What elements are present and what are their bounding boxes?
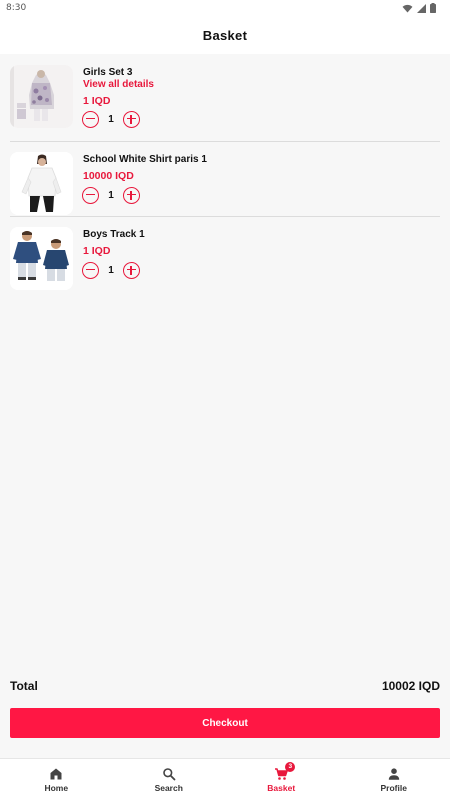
- item-price: 1 IQD: [83, 95, 111, 107]
- app-bar: Basket: [0, 16, 450, 54]
- product-image[interactable]: [10, 152, 73, 215]
- quantity-value: 1: [108, 113, 114, 125]
- basket-item: Boys Track 1 1 IQD 1: [0, 217, 450, 292]
- item-name: School White Shirt paris 1: [83, 154, 207, 165]
- product-photo-white-shirt: [10, 152, 73, 215]
- quantity-stepper: 1: [82, 186, 140, 204]
- nav-item-profile[interactable]: Profile: [338, 759, 450, 800]
- nav-item-home[interactable]: Home: [0, 759, 113, 800]
- search-icon: [162, 768, 176, 781]
- nav-item-search[interactable]: Search: [113, 759, 226, 800]
- total-value: 10002 IQD: [381, 679, 440, 693]
- basket-list: Girls Set 3 View all details 1 IQD 1 Sch…: [0, 58, 450, 292]
- home-icon: [50, 768, 62, 780]
- quantity-value: 1: [108, 189, 114, 201]
- wifi-icon: [402, 4, 413, 13]
- basket-item: School White Shirt paris 1 10000 IQD 1: [0, 142, 450, 217]
- product-photo-boys-track: [10, 227, 73, 290]
- nav-label: Profile: [380, 783, 407, 793]
- quantity-stepper: 1: [82, 110, 140, 128]
- decrement-button[interactable]: [82, 186, 99, 204]
- bottom-nav: Home Search 3 Basket Profile: [0, 758, 450, 800]
- increment-button[interactable]: [123, 261, 140, 279]
- nav-item-basket[interactable]: 3 Basket: [225, 759, 338, 800]
- view-details-link[interactable]: View all details: [83, 79, 154, 90]
- total-label: Total: [10, 679, 38, 693]
- total-row: Total 10002 IQD: [10, 678, 440, 694]
- quantity-stepper: 1: [82, 261, 140, 279]
- decrement-button[interactable]: [82, 261, 99, 279]
- item-price: 10000 IQD: [83, 170, 134, 182]
- increment-button[interactable]: [123, 186, 140, 204]
- product-image[interactable]: [10, 227, 73, 290]
- battery-icon: [430, 3, 436, 13]
- status-bar: 8:30: [0, 0, 450, 16]
- basket-count-badge: 3: [285, 762, 296, 772]
- decrement-button[interactable]: [82, 110, 99, 128]
- quantity-value: 1: [108, 264, 114, 276]
- product-photo-girls-set: [10, 65, 73, 128]
- nav-label: Basket: [267, 783, 296, 793]
- status-time: 8:30: [6, 3, 27, 13]
- signal-icon: [417, 3, 426, 13]
- product-image[interactable]: [10, 65, 73, 128]
- increment-button[interactable]: [123, 110, 140, 128]
- nav-label: Home: [44, 783, 69, 793]
- page-title: Basket: [202, 27, 248, 43]
- nav-label: Search: [154, 783, 183, 793]
- item-price: 1 IQD: [83, 245, 111, 257]
- item-name: Girls Set 3: [83, 67, 133, 78]
- status-icons: [402, 3, 436, 13]
- item-name: Boys Track 1: [83, 229, 145, 240]
- person-icon: [388, 768, 399, 780]
- checkout-button[interactable]: Checkout: [10, 708, 440, 738]
- basket-item: Girls Set 3 View all details 1 IQD 1: [0, 58, 450, 142]
